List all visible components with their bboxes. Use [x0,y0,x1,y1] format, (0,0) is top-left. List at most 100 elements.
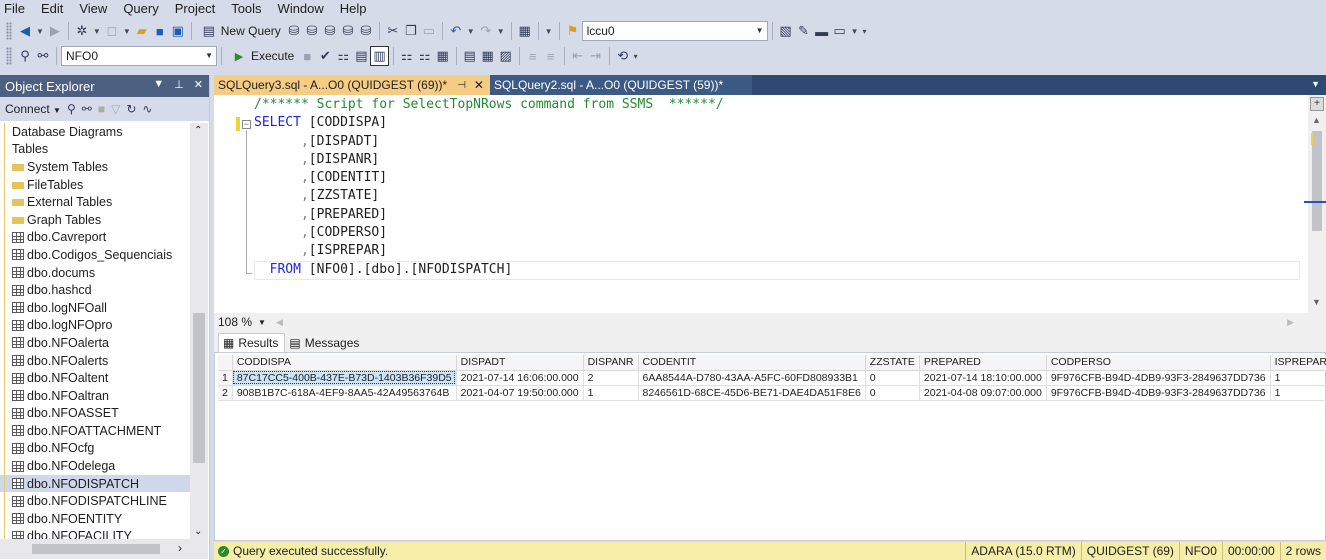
results-to-grid-icon[interactable]: ▦ [479,46,497,66]
client-stats-icon[interactable]: ▦ [434,46,452,66]
database-engine-query-icon[interactable]: ⛁ [285,21,303,41]
grid-cell[interactable]: 0 [865,385,920,401]
tree-item[interactable]: dbo.NFOaltent [0,369,190,387]
find-combo[interactable]: lccu0 ▼ [581,21,768,41]
tree-item[interactable]: dbo.NFOcfg [0,439,190,458]
scroll-right-icon[interactable]: › [178,541,182,555]
back-icon[interactable]: ◀ [16,21,34,41]
decrease-indent-icon[interactable]: ⇤ [569,46,587,66]
properties-icon[interactable]: ✎ [795,21,813,41]
scroll-thumb[interactable] [1312,131,1322,231]
grid-cell[interactable]: 2021-04-08 09:07:00.000 [919,385,1047,401]
split-icon[interactable]: + [1310,97,1324,111]
xmla-query-icon[interactable]: ⛁ [339,21,357,41]
column-header[interactable]: ZZSTATE [865,355,920,371]
tree-item[interactable]: Tables [0,140,190,159]
save-all-icon[interactable]: ▣ [169,21,187,41]
tree-item[interactable]: dbo.Codigos_Sequenciais [0,246,190,264]
query-options-icon[interactable]: ▤ [352,46,370,66]
query-code[interactable]: /****** Script for SelectTopNRows comman… [254,96,724,279]
tree-item[interactable]: dbo.NFOalerts [0,351,190,370]
editor-vertical-scrollbar[interactable]: + ▲ ▼ [1304,95,1326,313]
grid-cell[interactable]: 87C17CC5-400B-437E-B73D-1403B36F39D5 [232,370,457,386]
window-dropdown-icon[interactable]: ▼ [849,21,861,41]
stop-icon[interactable]: ■ [298,46,316,66]
live-stats-icon[interactable]: ⚏ [416,46,434,66]
grid-cell[interactable]: 908B1B7C-618A-4EF9-8AA5-42A49563764B [232,385,457,401]
column-header[interactable]: CODDISPA [232,355,457,371]
tree-item[interactable]: dbo.NFOENTITY [0,510,190,528]
new-query-button[interactable]: ▤ New Query [196,21,285,41]
object-explorer-vertical-scrollbar[interactable]: ⌃ ⌄ [190,123,208,539]
paste-icon[interactable]: ▭ [420,21,438,41]
scroll-up-icon[interactable]: ▲ [1312,115,1321,125]
tree-item[interactable]: Database Diagrams [0,123,190,141]
pin-icon[interactable]: ⊥ [174,78,184,91]
undo-dropdown-icon[interactable]: ▼ [465,21,477,41]
intellisense-icon[interactable]: ▥ [370,46,389,66]
query-editor[interactable]: − /****** Script for SelectTopNRows comm… [214,95,1326,313]
grid-cell[interactable]: 8246561D-68CE-45D6-BE71-DAE4DA51F8E6 [638,385,866,401]
copy-icon[interactable]: ❐ [402,21,420,41]
toolbar-options-icon[interactable]: ▾ [632,46,640,66]
menu-window[interactable]: Window [270,0,332,17]
close-icon[interactable]: ✕ [194,78,203,91]
grid-cell[interactable]: 2 [583,370,639,386]
tree-item[interactable]: dbo.NFOalerta [0,334,190,352]
zoom-combo[interactable]: 108 % ▼ [214,315,276,329]
activity-monitor-icon[interactable]: ▦ [516,21,534,41]
column-header[interactable]: DISPADT [456,355,584,371]
tab-list-dropdown-icon[interactable]: ▼ [1311,79,1320,89]
tree-item[interactable]: dbo.NFOaltran [0,386,190,405]
tab-sqlquery2[interactable]: SQLQuery2.sql - A...O0 (QUIDGEST (59))* [489,75,752,95]
mdx-query-icon[interactable]: ⛁ [303,21,321,41]
toolbar-grip[interactable] [6,47,12,65]
grid-cell[interactable]: 2021-04-07 19:50:00.000 [456,385,584,401]
connect-button[interactable]: Connect ▼ [5,102,61,116]
tree-item[interactable]: dbo.NFOdelega [0,457,190,475]
column-header[interactable]: ISPREPAR [1270,355,1326,371]
row-number-header[interactable] [218,355,233,371]
grid-cell[interactable]: 9F976CFB-B94D-4DB9-93F3-2849637DD736 [1046,370,1271,386]
scroll-right-icon[interactable]: ▶ [1287,317,1294,328]
filter-icon[interactable]: ▽ [111,102,120,116]
grid-cell[interactable]: 1 [583,385,639,401]
tree-item[interactable]: dbo.hashcd [0,281,190,299]
scroll-down-icon[interactable]: ▼ [1312,297,1321,307]
window-icon[interactable]: ▭ [831,21,849,41]
grid-cell[interactable]: 9F976CFB-B94D-4DB9-93F3-2849637DD736 [1046,385,1271,401]
menu-project[interactable]: Project [167,0,223,17]
table-row[interactable]: 1 87C17CC5-400B-437E-B73D-1403B36F39D5 2… [218,370,1326,386]
tree-item[interactable]: FileTables [0,175,190,194]
results-grid[interactable]: CODDISPA DISPADT DISPANR CODENTIT ZZSTAT… [218,355,1326,401]
scroll-down-icon[interactable]: ⌄ [194,526,202,537]
menu-tools[interactable]: Tools [223,0,269,17]
tree-item[interactable]: dbo.logNFOpro [0,316,190,335]
change-connection-icon[interactable]: ⚯ [34,46,52,66]
available-databases-combo[interactable]: NFO0 ▼ [61,46,217,66]
execute-button[interactable]: ▶ Execute [226,46,298,66]
add-item-icon[interactable]: ◻ [103,21,121,41]
menu-view[interactable]: View [71,0,115,17]
column-header[interactable]: CODENTIT [638,355,866,371]
connect-icon[interactable]: ⚲ [16,46,34,66]
column-header[interactable]: PREPARED [919,355,1047,371]
grid-cell[interactable]: 6AA8544A-D780-43AA-A5FC-60FD808933B1 [638,370,866,386]
parse-icon[interactable]: ✔ [316,46,334,66]
stop-icon[interactable]: ■ [98,102,105,116]
grid-cell[interactable]: 1 [1270,385,1326,401]
menu-edit[interactable]: Edit [33,0,71,17]
scroll-left-icon[interactable]: ◀ [276,317,283,328]
new-project-dropdown-icon[interactable]: ▼ [91,21,103,41]
window-position-icon[interactable]: ▼ [153,78,164,91]
close-icon[interactable]: ✕ [474,78,484,92]
toolbar-grip[interactable] [6,22,12,40]
specify-values-icon[interactable]: ⟲ [614,46,632,66]
row-number[interactable]: 2 [218,385,233,401]
open-file-icon[interactable]: ▰ [133,21,151,41]
collapse-icon[interactable]: − [242,120,251,129]
save-icon[interactable]: ■ [151,21,169,41]
redo-dropdown-icon[interactable]: ▼ [495,21,507,41]
find-icon[interactable]: ⚑ [564,21,582,41]
results-to-file-icon[interactable]: ▨ [497,46,515,66]
